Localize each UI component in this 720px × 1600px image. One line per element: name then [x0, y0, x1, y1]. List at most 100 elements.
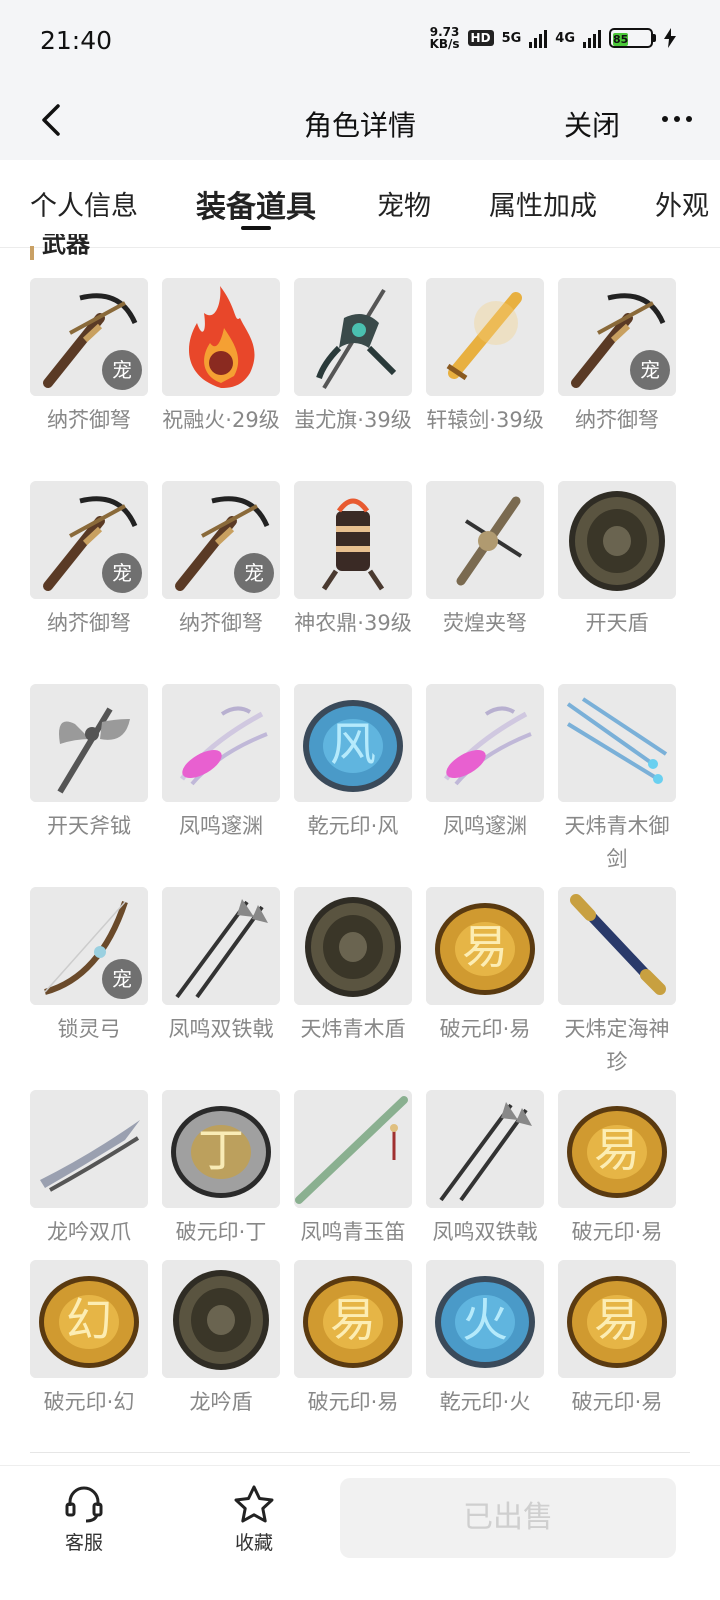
section-accent: [30, 246, 34, 260]
item-name: 龙吟盾: [189, 1390, 253, 1414]
item-card[interactable]: 凤鸣邃渊: [162, 684, 280, 843]
signal-icon: [583, 28, 601, 48]
item-name: 纳芥御弩: [47, 408, 131, 432]
item-thumbnail: [294, 481, 412, 599]
seal-gold-icon: 幻: [30, 1260, 148, 1378]
item-name: 锁灵弓: [57, 1017, 121, 1041]
section-title: 武器: [42, 234, 90, 258]
nav-header: 角色详情 关闭: [0, 82, 720, 160]
item-card[interactable]: 凤鸣双铁戟: [426, 1090, 544, 1249]
item-card[interactable]: 火乾元印·火: [426, 1260, 544, 1419]
tab-pets[interactable]: 宠物: [377, 184, 431, 223]
shield-icon: [162, 1260, 280, 1378]
item-name: 乾元印·风: [307, 814, 399, 838]
item-name: 破元印·易: [307, 1390, 399, 1414]
item-card[interactable]: 天炜青木御剑: [558, 684, 676, 876]
item-card[interactable]: 风乾元印·风: [294, 684, 412, 843]
svg-text:易: 易: [594, 1123, 640, 1177]
shield-icon: [558, 481, 676, 599]
item-card[interactable]: 开天斧钺: [30, 684, 148, 843]
item-card[interactable]: 神农鼎·39级: [294, 481, 412, 640]
item-thumbnail: 幻: [30, 1260, 148, 1378]
item-card[interactable]: 丁破元印·丁: [162, 1090, 280, 1249]
sword-icon: [426, 278, 544, 396]
status-time: 21:40: [40, 26, 113, 55]
tab-personal-info[interactable]: 个人信息: [30, 184, 138, 223]
item-card[interactable]: 宠纳芥御弩: [162, 481, 280, 640]
tab-attributes[interactable]: 属性加成: [489, 184, 597, 223]
bottom-bar: 客服 收藏 已出售: [0, 1465, 720, 1600]
item-thumbnail: 宠: [162, 481, 280, 599]
item-card[interactable]: 易破元印·易: [426, 887, 544, 1046]
item-thumbnail: [294, 278, 412, 396]
item-card[interactable]: 龙吟双爪: [30, 1090, 148, 1249]
pet-badge: 宠: [102, 959, 142, 999]
seal-gold-icon: 易: [558, 1090, 676, 1208]
divider: [30, 1452, 690, 1453]
item-card[interactable]: 祝融火·29级: [162, 278, 280, 437]
item-card[interactable]: 蚩尤旗·39级: [294, 278, 412, 437]
item-card[interactable]: 易破元印·易: [294, 1260, 412, 1419]
item-card[interactable]: 宠纳芥御弩: [558, 278, 676, 437]
pet-badge: 宠: [234, 553, 274, 593]
item-name: 天炜青木盾: [300, 1017, 406, 1041]
item-card[interactable]: 易破元印·易: [558, 1260, 676, 1419]
item-thumbnail: [426, 1090, 544, 1208]
item-thumbnail: 易: [558, 1090, 676, 1208]
item-thumbnail: [294, 1090, 412, 1208]
battery-icon: 85: [609, 28, 656, 48]
item-thumbnail: 宠: [30, 481, 148, 599]
signal-icon: [529, 28, 548, 48]
sold-button[interactable]: 已出售: [340, 1478, 676, 1558]
pet-badge: 宠: [102, 350, 142, 390]
item-name: 破元印·易: [571, 1220, 663, 1244]
axe-icon: [30, 684, 148, 802]
tab-appearance[interactable]: 外观: [655, 184, 709, 223]
item-name: 凤鸣邃渊: [443, 814, 527, 838]
staff-icon: [558, 887, 676, 1005]
more-button[interactable]: [662, 116, 692, 122]
status-icons: 9.73 KB/s HD 5G 4G 85: [430, 26, 676, 50]
close-button[interactable]: 关闭: [564, 104, 620, 144]
item-thumbnail: [162, 278, 280, 396]
item-name: 天炜定海神珍: [564, 1017, 670, 1074]
item-thumbnail: [30, 1090, 148, 1208]
halberd-icon: [162, 887, 280, 1005]
pet-badge: 宠: [102, 553, 142, 593]
svg-text:易: 易: [594, 1293, 640, 1347]
customer-service-button[interactable]: 客服: [34, 1484, 134, 1555]
item-card[interactable]: 易破元印·易: [558, 1090, 676, 1249]
item-card[interactable]: 宠纳芥御弩: [30, 481, 148, 640]
item-card[interactable]: 天炜定海神珍: [558, 887, 676, 1079]
favorite-button[interactable]: 收藏: [204, 1484, 304, 1555]
item-name: 轩辕剑·39级: [426, 408, 544, 432]
item-card[interactable]: 幻破元印·幻: [30, 1260, 148, 1419]
item-thumbnail: [162, 887, 280, 1005]
item-thumbnail: 火: [426, 1260, 544, 1378]
item-card[interactable]: 宠锁灵弓: [30, 887, 148, 1046]
signal-4g-label: 4G: [555, 30, 575, 46]
item-card[interactable]: 宠纳芥御弩: [30, 278, 148, 437]
item-card[interactable]: 凤鸣双铁戟: [162, 887, 280, 1046]
tab-equipment[interactable]: 装备道具: [196, 182, 316, 226]
item-card[interactable]: 天炜青木盾: [294, 887, 412, 1046]
seal-blue-icon: 火: [426, 1260, 544, 1378]
item-card[interactable]: 凤鸣青玉笛: [294, 1090, 412, 1249]
item-card[interactable]: 荧煌夹弩: [426, 481, 544, 640]
headset-icon: [65, 1486, 103, 1523]
item-thumbnail: [426, 684, 544, 802]
svg-text:易: 易: [330, 1293, 376, 1347]
item-card[interactable]: 开天盾: [558, 481, 676, 640]
item-thumbnail: [30, 684, 148, 802]
item-name: 荧煌夹弩: [443, 611, 527, 635]
item-card[interactable]: 轩辕剑·39级: [426, 278, 544, 437]
item-name: 纳芥御弩: [47, 611, 131, 635]
item-thumbnail: 易: [558, 1260, 676, 1378]
battery-level: 85: [613, 33, 629, 46]
item-card[interactable]: 龙吟盾: [162, 1260, 280, 1419]
banner-icon: [294, 278, 412, 396]
star-icon: [234, 1485, 274, 1523]
item-thumbnail: [558, 887, 676, 1005]
item-card[interactable]: 凤鸣邃渊: [426, 684, 544, 843]
item-thumbnail: 易: [294, 1260, 412, 1378]
